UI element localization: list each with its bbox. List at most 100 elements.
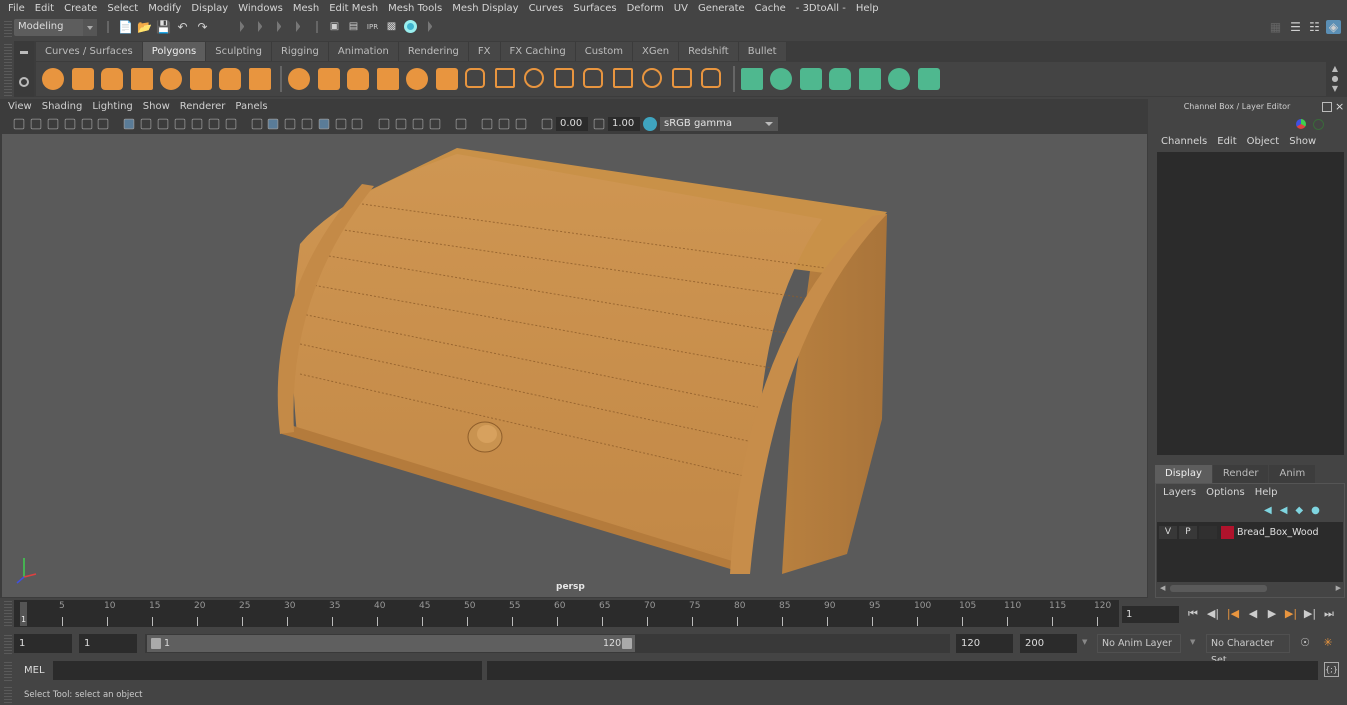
poly-cylinder-icon[interactable]	[101, 68, 123, 90]
playback-start-field[interactable]: 1	[79, 634, 137, 653]
hypershade-icon[interactable]	[403, 20, 418, 34]
render-settings-icon[interactable]: ▩	[384, 20, 399, 34]
anim-layer-dropdown[interactable]: No Anim Layer	[1097, 634, 1181, 653]
textured-icon[interactable]	[318, 118, 330, 130]
menu-uv[interactable]: UV	[670, 3, 694, 14]
chevron-down-icon[interactable]: ▼	[1082, 638, 1087, 646]
new-layer-icon[interactable]: ◀	[1264, 505, 1280, 516]
collapse-arrow[interactable]	[240, 21, 244, 32]
shelf-tab-fx[interactable]: FX	[468, 42, 501, 61]
film-gate-icon[interactable]	[140, 118, 152, 130]
camera-attributes-icon[interactable]	[30, 118, 42, 130]
layer-list-scrollbar[interactable]: ◀ ▶	[1160, 584, 1341, 593]
ipr-render-icon[interactable]: IPR	[365, 20, 380, 34]
shelf-tab-sculpting[interactable]: Sculpting	[206, 42, 272, 61]
layer-display-type[interactable]	[1199, 525, 1217, 539]
screen-space-ao-icon[interactable]	[378, 118, 390, 130]
help-line-grip[interactable]	[4, 687, 12, 703]
layer-tab-anim[interactable]: Anim	[1269, 465, 1316, 483]
collapse-arrow[interactable]	[258, 21, 262, 32]
field-chart-icon[interactable]	[191, 118, 203, 130]
gate-mask-icon[interactable]	[174, 118, 186, 130]
menu-3dtoall[interactable]: - 3DtoAll -	[792, 3, 852, 14]
chevron-down-icon[interactable]: ▼	[1190, 638, 1195, 646]
multi-cut-icon[interactable]	[465, 68, 485, 88]
grid-icon[interactable]	[123, 118, 135, 130]
planar-uv-icon[interactable]	[740, 68, 763, 90]
smooth-icon[interactable]	[376, 68, 399, 90]
fill-hole-icon[interactable]	[701, 68, 721, 88]
menu-set-dropdown[interactable]: Modeling	[14, 19, 97, 36]
script-language-toggle[interactable]: MEL	[24, 665, 45, 676]
poly-cube-icon[interactable]	[71, 68, 94, 90]
channel-box-menu-show[interactable]: Show	[1285, 136, 1322, 147]
float-panel-icon[interactable]	[1322, 102, 1332, 112]
timeline-grip[interactable]	[4, 601, 12, 626]
undo-icon[interactable]: ↶	[175, 20, 190, 34]
render-current-frame-icon[interactable]: ▤	[346, 20, 361, 34]
shelf-grip[interactable]	[4, 42, 12, 96]
go-to-end-icon[interactable]: ⏭	[1321, 606, 1337, 622]
collapse-arrow[interactable]	[277, 21, 281, 32]
step-forward-frame-icon[interactable]: ▶|	[1302, 606, 1318, 622]
menu-modify[interactable]: Modify	[144, 3, 187, 14]
poly-pyramid-icon[interactable]	[219, 68, 241, 90]
anti-aliasing-icon[interactable]	[412, 118, 424, 130]
shelf-tab-bullet[interactable]: Bullet	[738, 42, 787, 61]
viewport-menu-view[interactable]: View	[4, 101, 38, 116]
close-icon[interactable]: ×	[1335, 100, 1344, 113]
xray-components-icon[interactable]	[515, 118, 527, 130]
range-grip[interactable]	[4, 633, 12, 654]
gear-icon[interactable]	[19, 77, 29, 87]
combine-icon[interactable]	[288, 68, 310, 90]
exposure-field[interactable]: 0.00	[556, 117, 588, 131]
animation-end-field[interactable]: 200	[1020, 634, 1077, 653]
play-forwards-icon[interactable]: ▶	[1264, 606, 1280, 622]
insert-edge-loop-icon[interactable]	[583, 68, 603, 88]
smooth-shade-icon[interactable]	[267, 118, 279, 130]
manipulator-toggle-icon[interactable]	[1313, 119, 1324, 130]
color-management-icon[interactable]	[643, 117, 657, 131]
command-line-grip[interactable]	[4, 660, 12, 681]
current-frame-field[interactable]: 1	[1122, 606, 1179, 623]
motion-blur-icon[interactable]	[395, 118, 407, 130]
layer-color-swatch[interactable]	[1221, 525, 1234, 539]
bevel-icon[interactable]	[553, 68, 574, 88]
wireframe-on-shaded-icon[interactable]	[284, 118, 296, 130]
depth-of-field-icon[interactable]	[429, 118, 441, 130]
xray-active-icon[interactable]	[481, 118, 493, 130]
extrude-icon[interactable]	[494, 68, 515, 88]
new-layer-selected-icon[interactable]: ◀	[1280, 505, 1296, 516]
new-scene-icon[interactable]: 📄	[118, 20, 133, 34]
shadows-icon[interactable]	[351, 118, 363, 130]
select-camera-icon[interactable]	[13, 118, 25, 130]
menu-edit[interactable]: Edit	[31, 3, 60, 14]
poly-cone-icon[interactable]	[130, 68, 153, 90]
range-start-handle[interactable]	[151, 638, 161, 649]
resolution-gate-icon[interactable]	[157, 118, 169, 130]
range-end-handle[interactable]	[622, 638, 632, 649]
layer-menu-options[interactable]: Options	[1202, 487, 1251, 498]
scroll-left-icon[interactable]: ◀	[1160, 584, 1165, 592]
shelf-tab-polygons[interactable]: Polygons	[142, 42, 207, 61]
open-scene-icon[interactable]: 📂	[137, 20, 152, 34]
viewport-menu-shading[interactable]: Shading	[38, 101, 89, 116]
shelf-tab-xgen[interactable]: XGen	[633, 42, 680, 61]
scroll-right-icon[interactable]: ▶	[1336, 584, 1341, 592]
shelf-tab-animation[interactable]: Animation	[328, 42, 399, 61]
animation-start-field[interactable]: 1	[14, 634, 72, 653]
2d-pan-zoom-icon[interactable]	[81, 118, 93, 130]
viewport-menu-show[interactable]: Show	[139, 101, 176, 116]
shelf-tab-redshift[interactable]: Redshift	[679, 42, 739, 61]
viewport-menu-lighting[interactable]: Lighting	[88, 101, 138, 116]
gamma-field[interactable]: 1.00	[608, 117, 640, 131]
color-space-dropdown[interactable]: sRGB gamma	[660, 117, 778, 131]
spherical-uv-icon[interactable]	[799, 68, 822, 90]
reduce-icon[interactable]	[406, 68, 428, 90]
time-slider[interactable]: 5 10 15 20 25 30 35 40 45 50 55 60 65 70 75 80 85 90 95 100…	[14, 600, 1119, 627]
isolate-select-icon[interactable]	[455, 118, 467, 130]
go-to-start-icon[interactable]: ⏮	[1185, 606, 1201, 622]
play-backwards-icon[interactable]: ◀	[1245, 606, 1261, 622]
bridge-icon[interactable]	[524, 68, 544, 88]
layer-playback-toggle[interactable]: P	[1179, 525, 1197, 539]
